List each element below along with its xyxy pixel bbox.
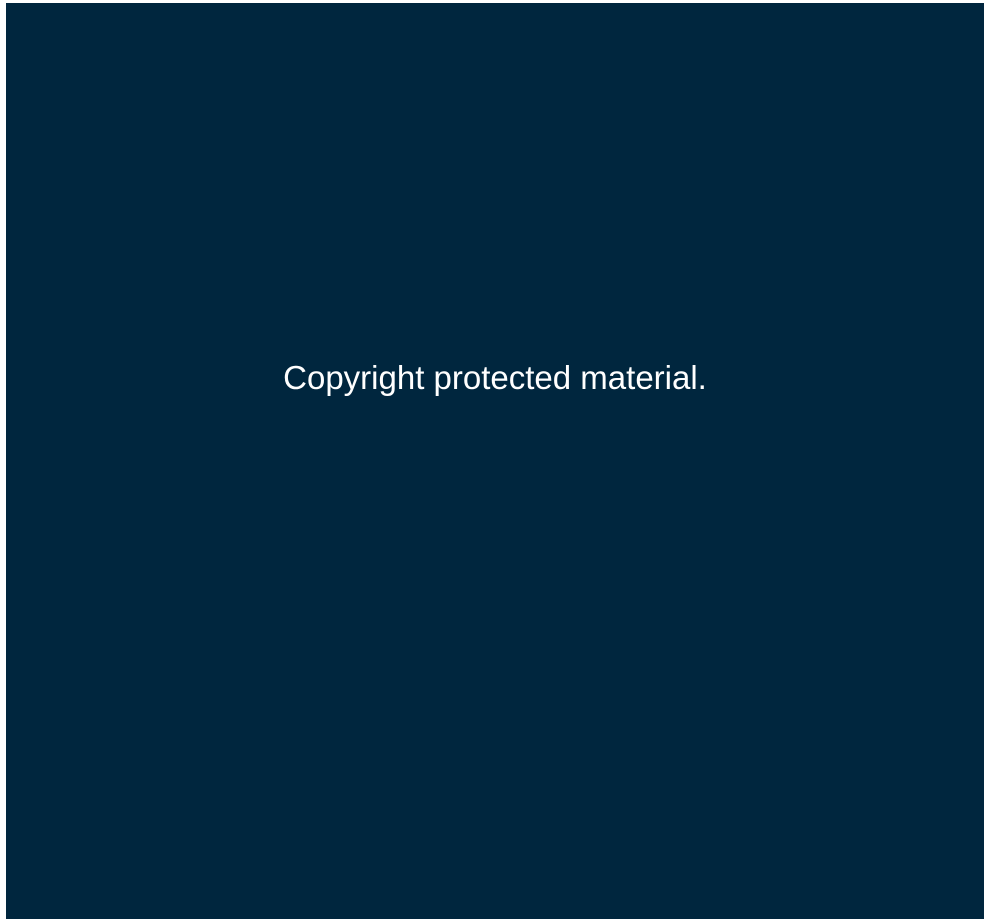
copyright-placeholder-panel: Copyright protected material.: [6, 3, 984, 919]
copyright-notice-text: Copyright protected material.: [283, 359, 707, 396]
